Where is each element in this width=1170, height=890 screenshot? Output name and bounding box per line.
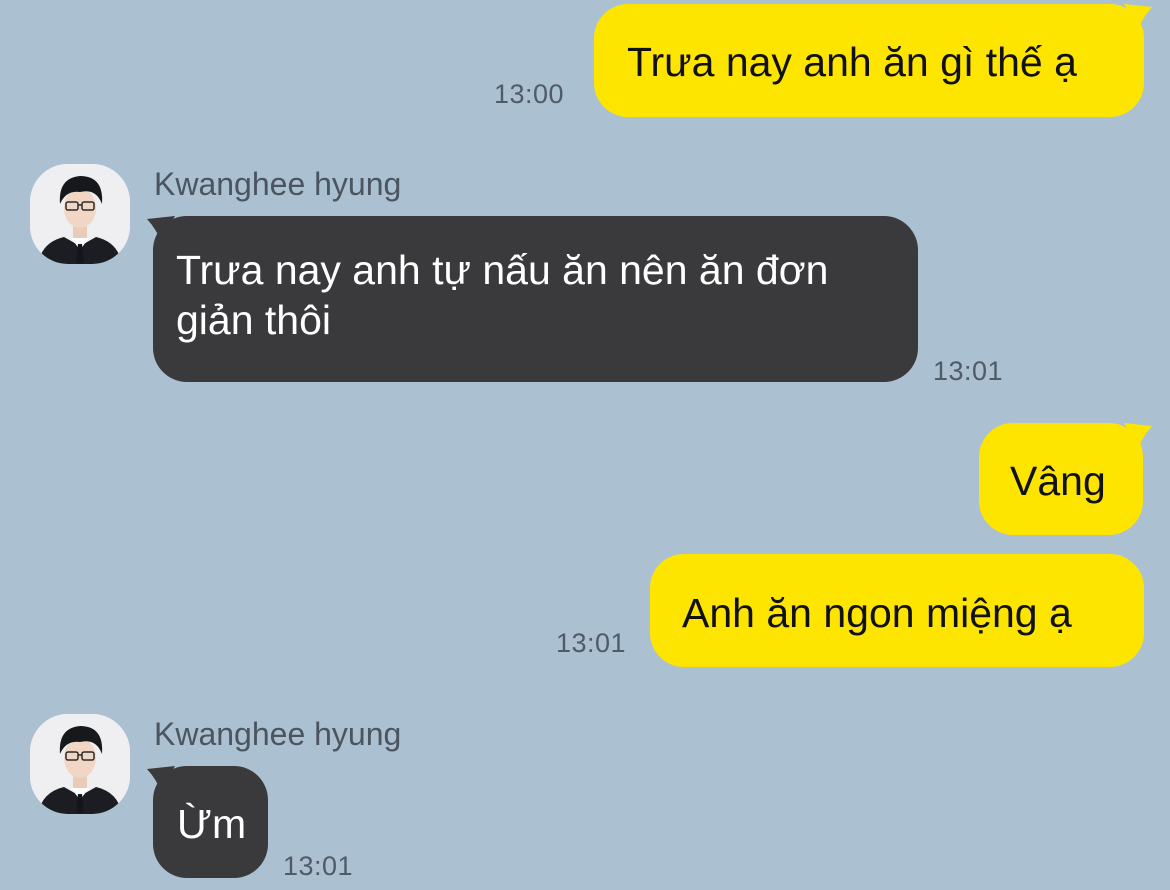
sent-bubble-tail bbox=[1124, 4, 1152, 30]
message-text-line: Trưa nay anh tự nấu ăn nên ăn đơn bbox=[176, 247, 829, 293]
sender-name: Kwanghee hyung bbox=[154, 716, 402, 752]
sent-message-bubble[interactable]: Trưa nay anh ăn gì thế ạ bbox=[594, 4, 1144, 117]
sender-avatar[interactable] bbox=[30, 164, 130, 264]
received-message-bubble[interactable]: Trưa nay anh tự nấu ăn nên ăn đơn giản t… bbox=[153, 216, 918, 382]
message-text: Anh ăn ngon miệng ạ bbox=[682, 590, 1072, 636]
sent-bubble-tail bbox=[1124, 423, 1152, 449]
avatar-photo-icon bbox=[30, 714, 130, 814]
message-text: Vâng bbox=[1010, 458, 1106, 504]
message-text-line: giản thôi bbox=[176, 297, 332, 343]
sender-name: Kwanghee hyung bbox=[154, 166, 402, 202]
sent-message-bubble[interactable]: Anh ăn ngon miệng ạ bbox=[650, 554, 1144, 667]
avatar-photo-icon bbox=[30, 164, 130, 264]
sent-message-bubble[interactable]: Vâng bbox=[979, 423, 1143, 535]
message-timestamp: 13:01 bbox=[283, 851, 354, 881]
sender-avatar[interactable] bbox=[30, 714, 130, 814]
received-message-bubble[interactable]: Ừm bbox=[153, 766, 268, 878]
message-timestamp: 13:01 bbox=[933, 356, 1004, 386]
message-text: Trưa nay anh ăn gì thế ạ bbox=[627, 39, 1077, 85]
message-timestamp: 13:00 bbox=[494, 79, 565, 109]
message-text: Ừm bbox=[177, 801, 247, 847]
message-timestamp: 13:01 bbox=[556, 628, 627, 658]
